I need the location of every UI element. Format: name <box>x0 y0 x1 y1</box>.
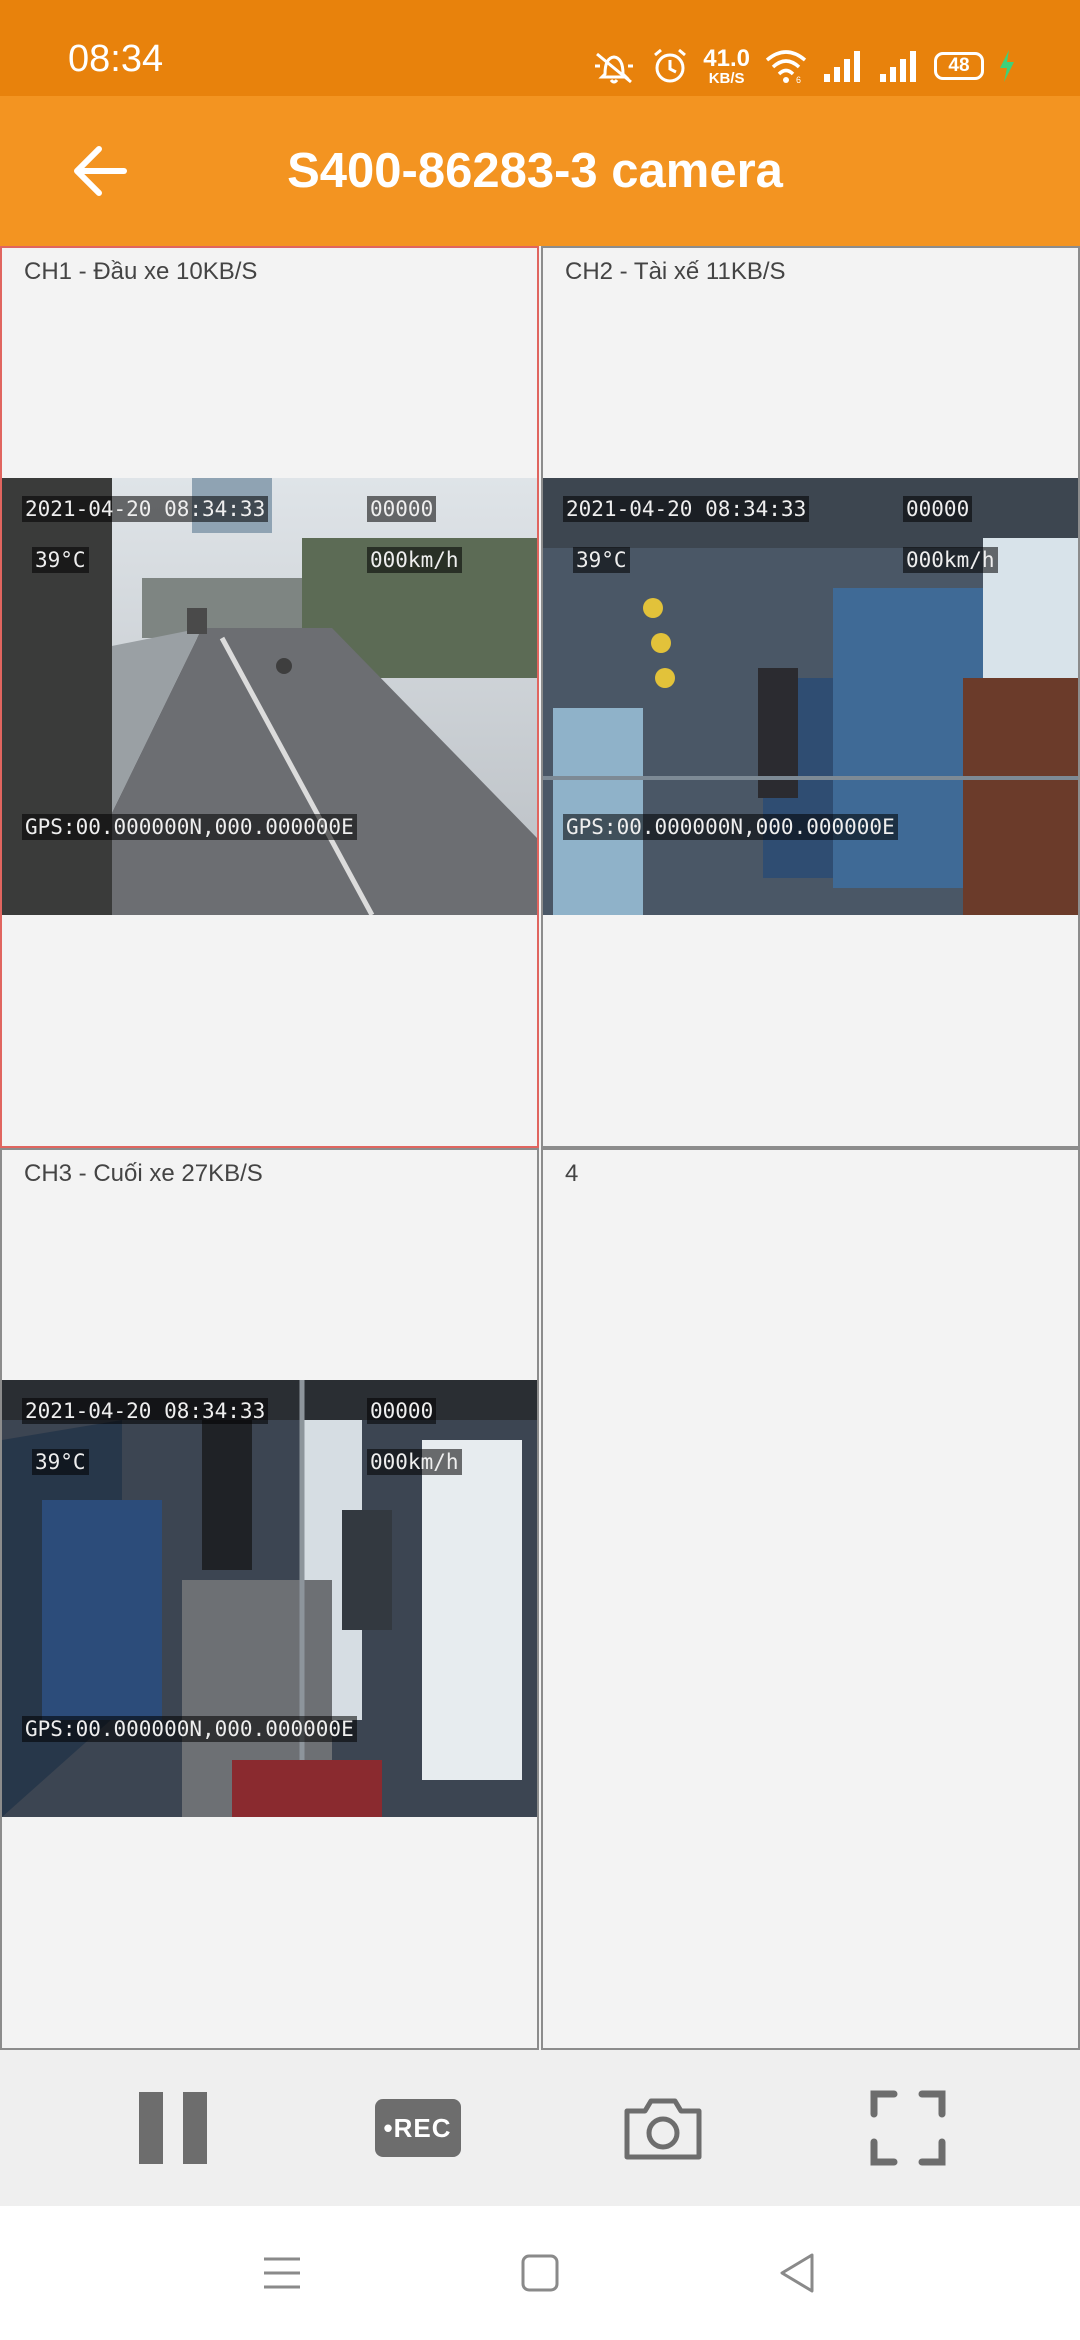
osd-gps-ch1: GPS:00.000000N,000.000000E <box>22 814 357 840</box>
camera-grid: CH1 - Đầu xe 10KB/S 2021-04-20 08:34:33 … <box>0 246 1080 2050</box>
camera-label-ch3: CH3 - Cuối xe 27KB/S <box>24 1160 263 1187</box>
camera-icon <box>624 2098 701 2160</box>
recent-apps-button[interactable] <box>242 2236 322 2310</box>
signal-sim1-icon <box>822 48 864 84</box>
back-triangle-icon <box>780 2253 814 2293</box>
page-title: S400-86283-3 camera <box>287 144 783 198</box>
video-feed-ch1[interactable]: 2021-04-20 08:34:33 00000 39°C 000km/h G… <box>2 478 537 915</box>
road-scene-image <box>2 478 537 915</box>
battery-level: 48 <box>948 55 970 76</box>
svg-text:6: 6 <box>796 75 801 84</box>
osd-datetime-ch2: 2021-04-20 08:34:33 <box>563 496 810 522</box>
video-feed-ch2[interactable]: 2021-04-20 08:34:33 00000 39°C 000km/h G… <box>543 478 1078 915</box>
fullscreen-icon <box>870 2090 945 2166</box>
camera-cell-ch1[interactable]: CH1 - Đầu xe 10KB/S 2021-04-20 08:34:33 … <box>0 246 539 1148</box>
alarm-clock-icon <box>651 46 689 86</box>
status-icons: 41.0 KB/S 6 48 <box>591 40 1016 92</box>
camera-cell-ch2[interactable]: CH2 - Tài xế 11KB/S 2021-04-20 08:34:33 … <box>541 246 1080 1148</box>
osd-speed-ch1: 000km/h <box>367 547 462 573</box>
home-button[interactable] <box>500 2236 580 2310</box>
osd-temperature-ch2: 39°C <box>573 547 630 573</box>
status-bar: 08:34 41.0 KB/S 6 48 <box>0 0 1080 96</box>
network-speed-unit: KB/S <box>708 69 745 87</box>
bus-driver-cabin-image <box>543 478 1078 915</box>
osd-counter-ch3: 00000 <box>367 1398 437 1424</box>
osd-counter-ch1: 00000 <box>367 496 437 522</box>
back-button[interactable] <box>50 136 150 206</box>
osd-temperature-ch3: 39°C <box>32 1449 89 1475</box>
network-speed: 41.0 KB/S <box>703 44 750 87</box>
menu-icon <box>264 2257 300 2289</box>
bus-rear-cabin-image <box>2 1380 537 1817</box>
pause-button[interactable] <box>108 2073 238 2183</box>
rec-icon: •REC <box>374 2099 461 2157</box>
osd-speed-ch3: 000km/h <box>367 1449 462 1475</box>
record-button[interactable]: •REC <box>353 2073 483 2183</box>
status-time: 08:34 <box>68 38 164 80</box>
osd-datetime-ch3: 2021-04-20 08:34:33 <box>22 1398 269 1424</box>
camera-cell-ch3[interactable]: CH3 - Cuối xe 27KB/S 2021-04-20 08:34:33… <box>0 1148 539 2050</box>
osd-gps-ch2: GPS:00.000000N,000.000000E <box>563 814 898 840</box>
osd-speed-ch2: 000km/h <box>903 547 998 573</box>
system-nav-bar <box>0 2206 1080 2340</box>
osd-counter-ch2: 00000 <box>903 496 973 522</box>
video-feed-ch3[interactable]: 2021-04-20 08:34:33 00000 39°C 000km/h G… <box>2 1380 537 1817</box>
camera-label-ch2: CH2 - Tài xế 11KB/S <box>565 258 786 285</box>
snapshot-button[interactable] <box>598 2073 728 2183</box>
osd-temperature-ch1: 39°C <box>32 547 89 573</box>
camera-label-ch4: 4 <box>565 1160 579 1187</box>
osd-datetime-ch1: 2021-04-20 08:34:33 <box>22 496 269 522</box>
wifi-icon: 6 <box>764 48 808 84</box>
pause-icon <box>138 2092 207 2164</box>
camera-label-ch1: CH1 - Đầu xe 10KB/S <box>24 258 258 285</box>
fullscreen-button[interactable] <box>843 2073 973 2183</box>
back-arrow-icon <box>74 146 127 196</box>
app-bar: S400-86283-3 camera <box>0 96 1080 246</box>
charging-icon <box>998 49 1016 83</box>
camera-cell-ch4[interactable]: 4 <box>541 1148 1080 2050</box>
network-speed-value: 41.0 <box>703 44 750 72</box>
osd-gps-ch3: GPS:00.000000N,000.000000E <box>22 1716 357 1742</box>
signal-sim2-icon <box>878 48 920 84</box>
home-square-icon <box>521 2254 559 2292</box>
muted-bell-icon <box>591 46 637 86</box>
back-nav-button[interactable] <box>756 2236 836 2310</box>
battery-icon: 48 <box>934 52 984 80</box>
playback-toolbar: •REC <box>0 2050 1080 2206</box>
